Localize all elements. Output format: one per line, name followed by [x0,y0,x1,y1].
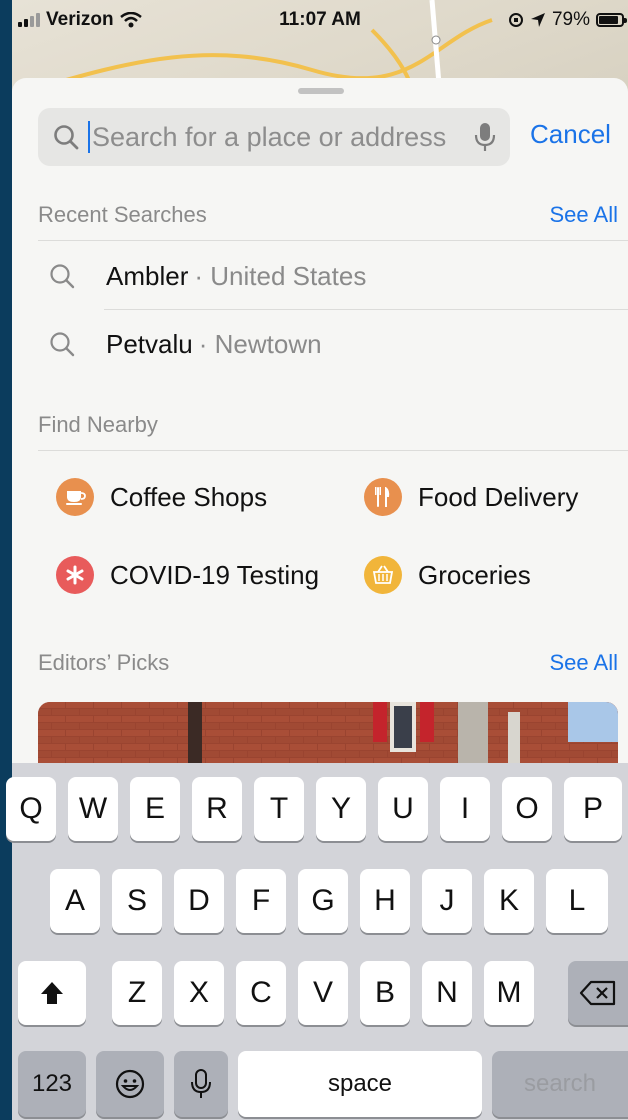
search-icon [50,264,75,289]
space-key[interactable]: space [238,1051,482,1117]
divider [38,240,628,241]
search-field[interactable] [38,108,510,166]
nearby-food-delivery[interactable]: Food Delivery [364,478,578,516]
coffee-cup-icon [56,478,94,516]
battery-icon [596,13,627,27]
delete-key[interactable] [568,961,628,1025]
recent-item-subtitle: · United States [194,260,367,291]
location-arrow-icon [530,13,545,27]
asterisk-icon [56,556,94,594]
recent-item-subtitle: · Newtown [198,328,322,359]
nearby-groceries[interactable]: Groceries [364,556,531,594]
rotation-lock-icon [508,13,523,27]
microphone-icon [191,1069,211,1098]
key-f[interactable]: F [236,869,286,933]
key-g[interactable]: G [298,869,348,933]
key-n[interactable]: N [422,961,472,1025]
nearby-label: COVID-19 Testing [110,559,320,590]
battery-percent: 79% [551,9,590,30]
emoji-icon [115,1069,145,1099]
key-l[interactable]: L [546,869,608,933]
backspace-icon [579,980,616,1006]
key-r[interactable]: R [192,777,242,841]
recent-see-all-link[interactable]: See All [550,202,619,228]
recent-item-title: Ambler [106,260,189,291]
nearby-label: Groceries [418,559,531,590]
search-icon [54,125,79,150]
key-b[interactable]: B [360,961,410,1025]
key-k[interactable]: K [484,869,534,933]
recent-search-item[interactable]: Petvalu · Newtown [38,310,628,378]
status-right: 79% [508,9,627,31]
nearby-label: Food Delivery [418,481,579,512]
key-a[interactable]: A [50,869,100,933]
key-m[interactable]: M [484,961,534,1025]
key-y[interactable]: Y [316,777,366,841]
search-key[interactable]: search [492,1051,628,1117]
nearby-label: Coffee Shops [110,481,268,512]
key-t[interactable]: T [254,777,304,841]
recent-item-title: Petvalu [106,328,193,359]
editors-see-all-link[interactable]: See All [550,650,619,676]
fork-knife-icon [364,478,402,516]
nearby-covid-testing[interactable]: COVID-19 Testing [56,556,319,594]
key-q[interactable]: Q [6,777,56,841]
divider [38,450,628,451]
key-d[interactable]: D [174,869,224,933]
recent-search-item[interactable]: Ambler · United States [38,242,628,310]
keyboard: Q W E R T Y U I O P A S D F G H J K L Z … [6,763,628,1120]
key-z[interactable]: Z [112,961,162,1025]
key-j[interactable]: J [422,869,472,933]
numbers-key[interactable]: 123 [18,1051,86,1117]
cancel-button[interactable]: Cancel [530,119,611,150]
microphone-icon[interactable] [474,122,496,152]
editors-picks-header: Editors’ Picks [38,650,170,675]
key-w[interactable]: W [68,777,118,841]
key-o[interactable]: O [502,777,552,841]
key-p[interactable]: P [564,777,622,841]
nearby-coffee-shops[interactable]: Coffee Shops [56,478,267,516]
dictation-key[interactable] [174,1051,228,1117]
basket-icon [364,556,402,594]
key-e[interactable]: E [130,777,180,841]
status-bar: Verizon 11:07 AM 79% [12,0,628,44]
key-x[interactable]: X [174,961,224,1025]
sheet-grabber[interactable] [298,88,344,94]
key-c[interactable]: C [236,961,286,1025]
key-v[interactable]: V [298,961,348,1025]
key-i[interactable]: I [440,777,490,841]
emoji-key[interactable] [96,1051,164,1117]
find-nearby-header: Find Nearby [38,412,158,437]
key-h[interactable]: H [360,869,410,933]
shift-arrow-icon [41,982,63,1004]
recent-searches-header: Recent Searches [38,202,207,227]
shift-key[interactable] [18,961,86,1025]
key-s[interactable]: S [112,869,162,933]
key-u[interactable]: U [378,777,428,841]
search-input[interactable] [90,121,462,153]
search-icon [50,332,75,357]
